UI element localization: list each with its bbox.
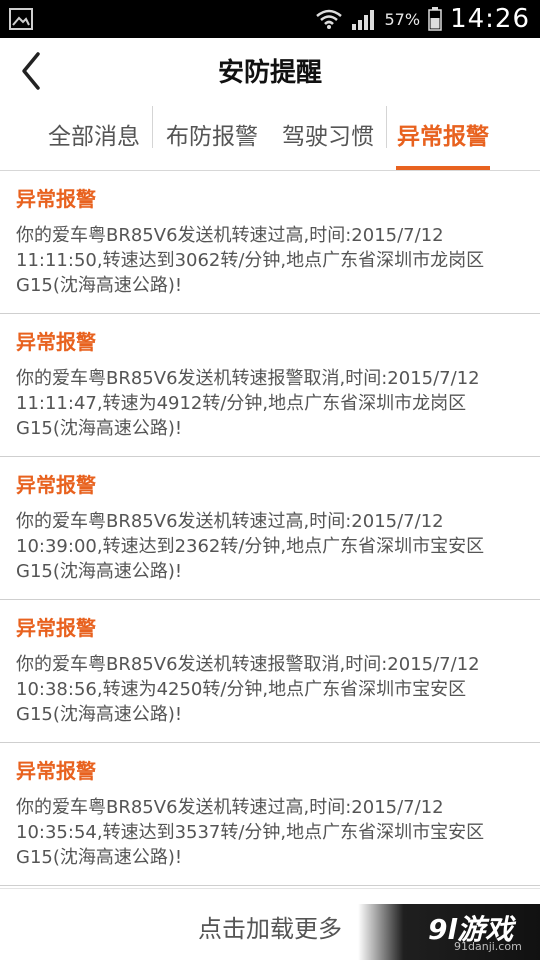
alert-message: 你的爱车粤BR85V6发送机转速过高,时间:2015/7/12 11:11:50… [16, 225, 485, 296]
alert-list: 异常报警 你的爱车粤BR85V6发送机转速过高,时间:2015/7/12 11:… [0, 171, 540, 886]
alert-message: 你的爱车粤BR85V6发送机转速过高,时间:2015/7/12 10:35:54… [16, 797, 485, 868]
alert-title: 异常报警 [16, 759, 96, 783]
battery-percent: 57% [384, 9, 421, 29]
alert-title: 异常报警 [16, 187, 96, 211]
alert-message: 你的爱车粤BR85V6发送机转速报警取消,时间:2015/7/12 10:38:… [16, 654, 480, 725]
load-more-button[interactable]: 点击加载更多 [150, 909, 390, 944]
tab-divider [386, 106, 387, 148]
signal-icon [351, 10, 374, 30]
tab-armed-alarm[interactable]: 布防报警 [156, 100, 268, 168]
list-item[interactable]: 异常报警 你的爱车粤BR85V6发送机转速过高,时间:2015/7/12 10:… [0, 743, 540, 886]
page-title: 安防提醒 [217, 58, 322, 88]
tab-driving-habits[interactable]: 驾驶习惯 [272, 100, 384, 168]
tab-abnormal-alarm[interactable]: 异常报警 [388, 100, 498, 168]
tab-bar: 全部消息 布防报警 驾驶习惯 异常报警 [0, 100, 540, 170]
battery-icon [428, 7, 442, 31]
status-bar: 57% 14:26 [0, 0, 540, 38]
site-watermark: 9l游戏 91danji.com [358, 904, 540, 960]
tab-all-messages[interactable]: 全部消息 [38, 100, 150, 168]
wifi-icon [315, 9, 342, 29]
watermark-site: 91danji.com [454, 940, 522, 953]
list-item[interactable]: 异常报警 你的爱车粤BR85V6发送机转速报警取消,时间:2015/7/12 1… [0, 600, 540, 743]
alert-title: 异常报警 [16, 616, 96, 640]
list-item[interactable]: 异常报警 你的爱车粤BR85V6发送机转速过高,时间:2015/7/12 11:… [0, 171, 540, 314]
alert-message: 你的爱车粤BR85V6发送机转速过高,时间:2015/7/12 10:39:00… [16, 511, 485, 582]
alert-message: 你的爱车粤BR85V6发送机转速报警取消,时间:2015/7/12 11:11:… [16, 368, 480, 439]
image-icon [9, 8, 33, 30]
list-item[interactable]: 异常报警 你的爱车粤BR85V6发送机转速过高,时间:2015/7/12 10:… [0, 457, 540, 600]
alert-title: 异常报警 [16, 473, 96, 497]
tab-divider [152, 106, 153, 148]
list-item[interactable]: 异常报警 你的爱车粤BR85V6发送机转速报警取消,时间:2015/7/12 1… [0, 314, 540, 457]
title-bar: 安防提醒 [0, 38, 540, 104]
clock: 14:26 [450, 4, 530, 34]
alert-title: 异常报警 [16, 330, 96, 354]
